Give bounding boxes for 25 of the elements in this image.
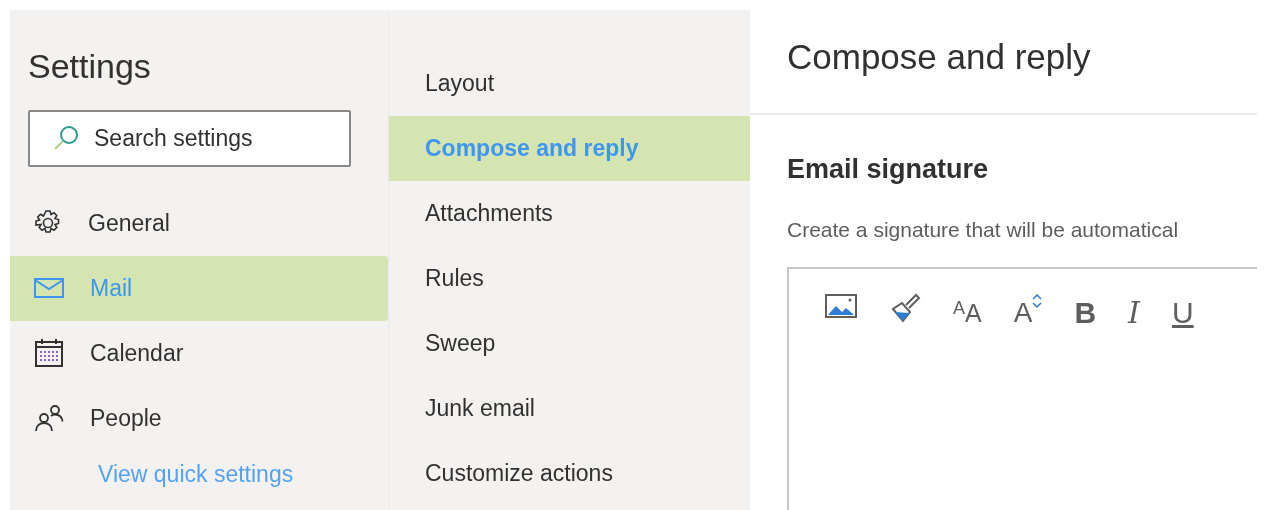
category-item[interactable]: Attachments: [389, 181, 750, 246]
grow-arrows-icon: [1032, 293, 1043, 309]
image-icon: [825, 293, 857, 319]
category-item[interactable]: Sweep: [389, 311, 750, 376]
search-field[interactable]: Search settings: [28, 109, 351, 167]
italic-button[interactable]: I: [1128, 293, 1140, 333]
paintbrush-icon: [889, 293, 921, 325]
mail-icon: [34, 277, 64, 300]
bold-button[interactable]: B: [1074, 293, 1097, 333]
category-item[interactable]: Junk email: [389, 376, 750, 441]
section-description: Create a signature that will be automatical: [787, 216, 1180, 243]
calendar-icon: [34, 338, 64, 369]
section-title: Email signature: [787, 153, 990, 186]
category-item[interactable]: Layout: [389, 51, 750, 116]
nav-item[interactable]: Calendar: [10, 320, 388, 386]
page-title: Compose and reply: [787, 36, 1092, 78]
grow-font-button[interactable]: A: [1013, 293, 1043, 333]
category-item[interactable]: Customize actions: [389, 441, 750, 506]
search-icon: [52, 123, 80, 152]
category-item[interactable]: Rules: [389, 246, 750, 311]
settings-title: Settings: [28, 46, 152, 87]
nav-item[interactable]: People: [10, 385, 388, 451]
nav-item[interactable]: General: [10, 190, 388, 256]
underline-button[interactable]: U: [1171, 293, 1194, 333]
people-icon: [34, 404, 64, 433]
